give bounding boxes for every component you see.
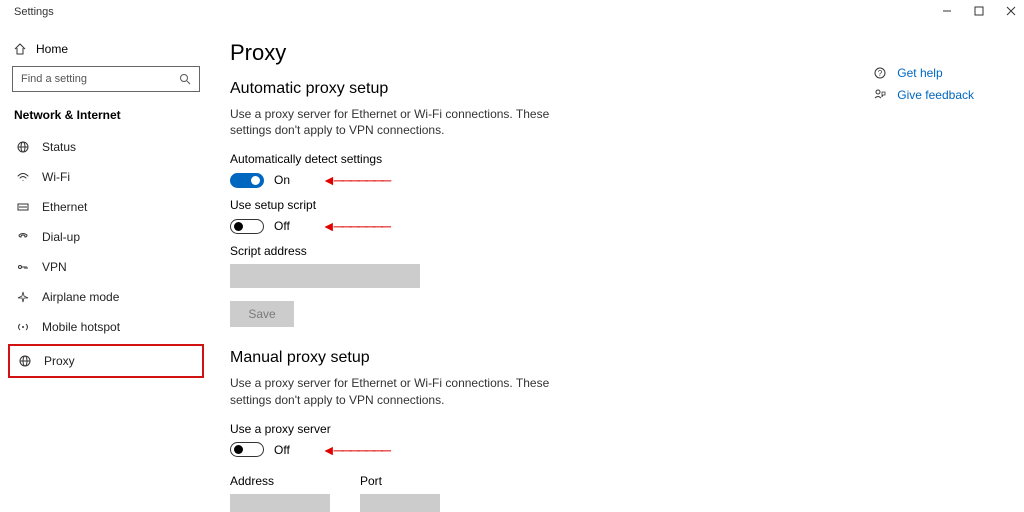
sidebar-item-label: Status bbox=[42, 140, 76, 154]
sidebar-item-label: Ethernet bbox=[42, 200, 87, 214]
right-links: ? Get help Give feedback bbox=[873, 62, 974, 106]
port-label: Port bbox=[360, 474, 440, 488]
sidebar-item-status[interactable]: Status bbox=[12, 132, 200, 162]
use-proxy-label: Use a proxy server bbox=[230, 422, 1024, 436]
vpn-icon bbox=[16, 260, 30, 274]
auto-detect-label: Automatically detect settings bbox=[230, 152, 1024, 166]
setup-script-label: Use setup script bbox=[230, 198, 1024, 212]
minimize-icon[interactable] bbox=[940, 4, 954, 18]
address-input bbox=[230, 494, 330, 512]
sidebar-home[interactable]: Home bbox=[12, 36, 200, 66]
give-feedback-label: Give feedback bbox=[897, 88, 974, 102]
sidebar-item-proxy[interactable]: Proxy bbox=[14, 350, 198, 372]
ethernet-icon bbox=[16, 200, 30, 214]
proxy-icon bbox=[18, 354, 32, 368]
sidebar-item-vpn[interactable]: VPN bbox=[12, 252, 200, 282]
sidebar-item-label: Proxy bbox=[44, 354, 75, 368]
give-feedback-link[interactable]: Give feedback bbox=[873, 84, 974, 106]
sidebar-item-label: Mobile hotspot bbox=[42, 320, 120, 334]
sidebar-item-label: VPN bbox=[42, 260, 67, 274]
airplane-icon bbox=[16, 290, 30, 304]
sidebar-item-hotspot[interactable]: Mobile hotspot bbox=[12, 312, 200, 342]
sidebar-item-label: Airplane mode bbox=[42, 290, 119, 304]
address-label: Address bbox=[230, 474, 330, 488]
port-input bbox=[360, 494, 440, 512]
manual-desc: Use a proxy server for Ethernet or Wi-Fi… bbox=[230, 375, 550, 407]
use-proxy-toggle[interactable] bbox=[230, 442, 264, 457]
setup-script-toggle[interactable] bbox=[230, 219, 264, 234]
sidebar-section: Network & Internet bbox=[14, 108, 200, 122]
sidebar-item-wifi[interactable]: Wi-Fi bbox=[12, 162, 200, 192]
feedback-icon bbox=[873, 88, 887, 102]
sidebar-item-label: Dial-up bbox=[42, 230, 80, 244]
auto-detect-state: On bbox=[274, 173, 290, 187]
search-icon bbox=[179, 73, 191, 85]
sidebar: Home Find a setting Network & Internet S… bbox=[0, 28, 212, 380]
search-input[interactable]: Find a setting bbox=[12, 66, 200, 92]
wifi-icon bbox=[16, 170, 30, 184]
get-help-link[interactable]: ? Get help bbox=[873, 62, 974, 84]
status-icon bbox=[16, 140, 30, 154]
close-icon[interactable] bbox=[1004, 4, 1018, 18]
manual-heading: Manual proxy setup bbox=[230, 349, 1024, 367]
sidebar-home-label: Home bbox=[36, 42, 68, 56]
hotspot-icon bbox=[16, 320, 30, 334]
get-help-label: Get help bbox=[897, 66, 942, 80]
script-address-label: Script address bbox=[230, 244, 1024, 258]
setup-script-state: Off bbox=[274, 219, 290, 233]
search-placeholder: Find a setting bbox=[21, 73, 87, 85]
annotation-arrow: ◄─────── bbox=[322, 442, 389, 458]
sidebar-item-airplane[interactable]: Airplane mode bbox=[12, 282, 200, 312]
auto-desc: Use a proxy server for Ethernet or Wi-Fi… bbox=[230, 106, 550, 138]
save-button: Save bbox=[230, 301, 294, 327]
help-icon: ? bbox=[873, 66, 887, 80]
svg-text:?: ? bbox=[878, 69, 883, 78]
dialup-icon bbox=[16, 230, 30, 244]
use-proxy-state: Off bbox=[274, 443, 290, 457]
auto-detect-toggle[interactable] bbox=[230, 173, 264, 188]
sidebar-item-label: Wi-Fi bbox=[42, 170, 70, 184]
annotation-arrow: ◄─────── bbox=[322, 218, 389, 234]
sidebar-item-dialup[interactable]: Dial-up bbox=[12, 222, 200, 252]
script-address-input bbox=[230, 264, 420, 288]
home-icon bbox=[14, 43, 26, 55]
sidebar-item-ethernet[interactable]: Ethernet bbox=[12, 192, 200, 222]
app-title: Settings bbox=[14, 6, 54, 18]
maximize-icon[interactable] bbox=[972, 4, 986, 18]
annotation-arrow: ◄─────── bbox=[322, 172, 389, 188]
